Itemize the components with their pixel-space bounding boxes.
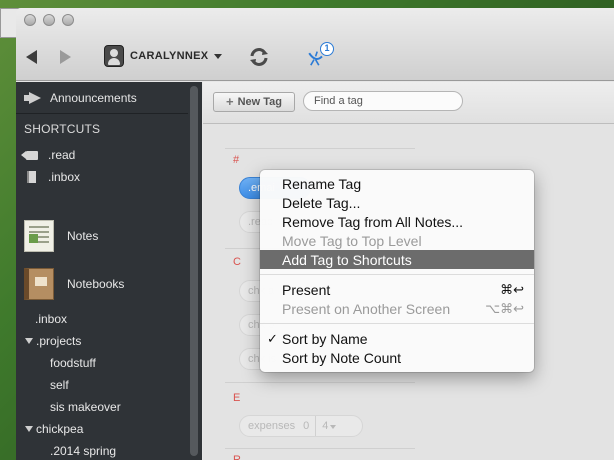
- menu-item-rename-tag[interactable]: Rename Tag: [260, 174, 534, 193]
- section-letter: C: [233, 256, 241, 268]
- plus-icon: +: [225, 94, 234, 109]
- sidebar-item-notebook-self[interactable]: self: [16, 374, 188, 396]
- minimize-window-button[interactable]: [43, 14, 55, 26]
- sidebar-item-label: .inbox: [48, 170, 81, 184]
- tag-label: expenses: [248, 420, 296, 432]
- menu-item-label: Present on Another Screen: [282, 300, 451, 317]
- menu-item-add-tag-to-shortcuts[interactable]: Add Tag to Shortcuts: [260, 250, 534, 269]
- section-letter: #: [233, 154, 240, 166]
- sidebar-item-notebooks[interactable]: Notebooks: [16, 264, 188, 304]
- notes-icon: [24, 220, 54, 252]
- sidebar-item-label: self: [50, 378, 69, 392]
- menu-item-delete-tag[interactable]: Delete Tag...: [260, 193, 534, 212]
- activity-feed-button[interactable]: 1: [306, 42, 336, 70]
- user-icon: [104, 45, 124, 67]
- menu-item-label: Rename Tag: [282, 175, 362, 192]
- zoom-window-button[interactable]: [62, 14, 74, 26]
- new-tag-button[interactable]: + New Tag: [213, 92, 295, 112]
- disclosure-triangle-icon[interactable]: [25, 338, 33, 344]
- menu-item-label: Add Tag to Shortcuts: [282, 251, 412, 268]
- shortcuts-header: SHORTCUTS: [24, 122, 101, 136]
- menu-item-present-on-another-screen: Present on Another Screen ⌥⌘↩: [260, 299, 534, 318]
- sidebar-item-label: Notes: [67, 229, 99, 243]
- menu-item-label: Remove Tag from All Notes...: [282, 213, 464, 230]
- sidebar-item-label: chickpea: [36, 422, 84, 436]
- tag-note-count: 0: [303, 420, 310, 432]
- tag-options-count: 4: [322, 420, 329, 432]
- sidebar-item-shortcut-inbox[interactable]: .inbox: [16, 166, 188, 188]
- tag-pill-expenses[interactable]: expenses 0 4: [239, 415, 363, 437]
- sidebar-item-notebook-sis-makeover[interactable]: sis makeover: [16, 396, 188, 418]
- sidebar-item-notes[interactable]: Notes: [16, 216, 188, 256]
- menu-item-move-tag-to-top-level: Move Tag to Top Level: [260, 231, 534, 250]
- section-divider: [225, 448, 415, 449]
- tag-icon: [21, 150, 38, 160]
- sidebar-item-notebook-2014-spring[interactable]: .2014 spring: [16, 440, 188, 460]
- sidebar-item-notebook-inbox[interactable]: .inbox: [16, 308, 188, 330]
- disclosure-triangle-icon[interactable]: [25, 426, 33, 432]
- pill-divider: [315, 416, 317, 436]
- chevron-down-icon: [214, 53, 223, 59]
- account-name: CARALYNNEX: [130, 50, 209, 62]
- menu-item-sort-by-note-count[interactable]: Sort by Note Count: [260, 348, 534, 367]
- section-divider: [225, 148, 415, 149]
- account-menu[interactable]: CARALYNNEX: [104, 44, 223, 68]
- menu-item-sort-by-name[interactable]: ✓ Sort by Name: [260, 329, 534, 348]
- keyboard-shortcut: ⌘↩: [500, 281, 524, 297]
- back-arrow-icon[interactable]: [26, 50, 37, 64]
- forward-arrow-icon[interactable]: [60, 50, 71, 64]
- menu-item-label: Delete Tag...: [282, 194, 361, 211]
- section-divider: [225, 382, 415, 383]
- sidebar-item-label: .read: [48, 148, 76, 162]
- menu-item-label: Move Tag to Top Level: [282, 232, 422, 249]
- toolbar: CARALYNNEX 1: [16, 8, 614, 81]
- activity-badge: 1: [320, 42, 334, 56]
- close-window-button[interactable]: [24, 14, 36, 26]
- sidebar-item-shortcut-read[interactable]: .read: [16, 144, 188, 166]
- menu-item-present[interactable]: Present ⌘↩: [260, 280, 534, 299]
- keyboard-shortcut: ⌥⌘↩: [485, 300, 524, 316]
- menu-item-label: Sort by Note Count: [282, 349, 402, 366]
- sidebar-item-label: foodstuff: [50, 356, 96, 370]
- chevron-down-icon: [330, 425, 337, 429]
- notebooks-icon: [24, 268, 54, 300]
- find-tag-input[interactable]: [303, 91, 463, 111]
- menu-item-label: Sort by Name: [282, 330, 368, 347]
- sync-icon[interactable]: [248, 46, 270, 68]
- sidebar-item-label: .inbox: [35, 312, 68, 326]
- megaphone-icon: [24, 91, 44, 104]
- checkmark-icon: ✓: [267, 330, 278, 346]
- sidebar-item-label: Announcements: [50, 90, 137, 105]
- sidebar-item-label: .projects: [36, 334, 82, 348]
- sidebar-item-label: sis makeover: [50, 400, 121, 414]
- section-letter: R: [233, 454, 241, 460]
- new-tag-label: New Tag: [237, 96, 282, 108]
- sidebar-item-stack-chickpea[interactable]: chickpea: [16, 418, 188, 440]
- sidebar-item-stack-projects[interactable]: .projects: [16, 330, 188, 352]
- menu-separator: [260, 274, 534, 275]
- sidebar-scrollbar[interactable]: [190, 86, 198, 456]
- menu-separator: [260, 323, 534, 324]
- notebook-icon: [27, 171, 36, 183]
- sidebar-item-label: .2014 spring: [50, 444, 117, 458]
- tag-options-menu[interactable]: 4: [322, 420, 337, 432]
- sidebar-item-announcements[interactable]: Announcements: [16, 82, 188, 114]
- sidebar-item-notebook-foodstuff[interactable]: foodstuff: [16, 352, 188, 374]
- sidebar: Announcements SHORTCUTS .read .inbox Not…: [16, 82, 202, 460]
- tags-header-bar: + New Tag: [203, 82, 614, 124]
- menu-item-remove-tag-from-all-notes[interactable]: Remove Tag from All Notes...: [260, 212, 534, 231]
- section-letter: E: [233, 392, 241, 404]
- sidebar-item-label: Notebooks: [67, 277, 125, 291]
- tag-context-menu: Rename Tag Delete Tag... Remove Tag from…: [260, 170, 534, 372]
- menu-item-label: Present: [282, 281, 331, 298]
